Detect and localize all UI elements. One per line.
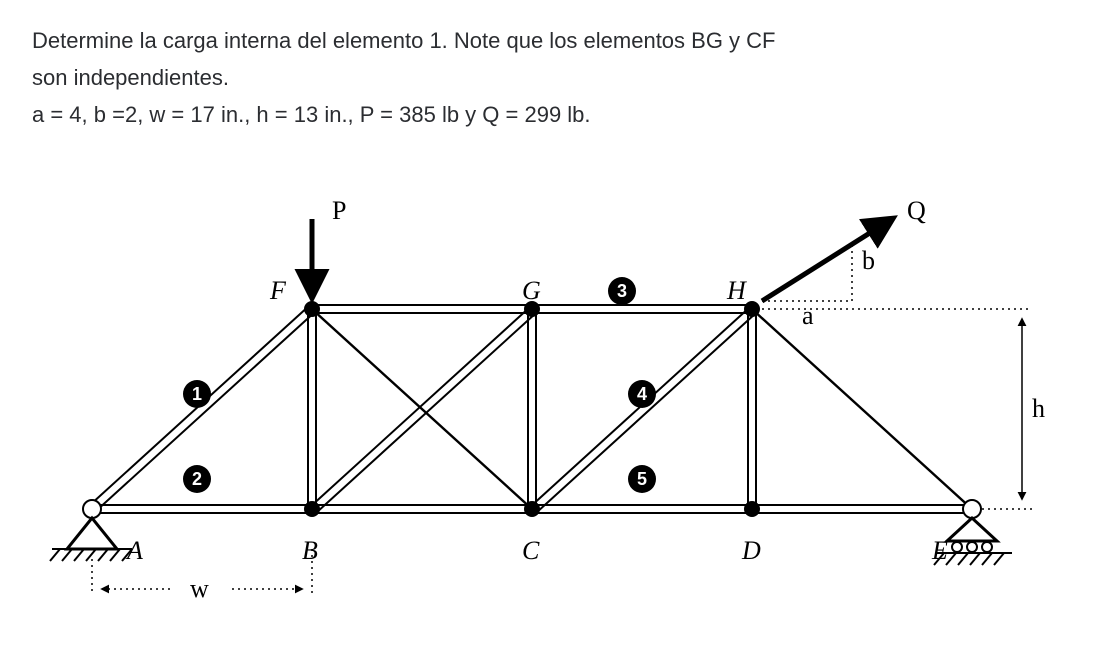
member-HE xyxy=(750,307,976,513)
badge-2: 2 xyxy=(183,465,211,493)
svg-text:3: 3 xyxy=(617,281,627,301)
label-Q: Q xyxy=(907,196,926,225)
label-G: G xyxy=(522,276,541,305)
problem-statement: Determine la carga interna del elemento … xyxy=(32,24,1082,131)
truss-diagram: P Q a b h w A B C D E F G H 1 2 xyxy=(32,149,1052,629)
label-D: D xyxy=(741,536,761,565)
badge-4: 4 xyxy=(628,380,656,408)
label-C: C xyxy=(522,536,540,565)
label-b: b xyxy=(862,246,875,275)
node-C xyxy=(524,501,540,517)
badge-1: 1 xyxy=(183,380,211,408)
vertical-BF xyxy=(308,309,316,509)
problem-line-2: son independientes. xyxy=(32,61,1082,94)
vertical-DH xyxy=(748,309,756,509)
label-F: F xyxy=(269,276,287,305)
vertical-CG xyxy=(528,309,536,509)
svg-text:5: 5 xyxy=(637,469,647,489)
label-H: H xyxy=(726,276,747,305)
dimension-h: h xyxy=(762,309,1045,509)
problem-line-1: Determine la carga interna del elemento … xyxy=(32,24,1082,57)
load-P: P xyxy=(312,196,346,297)
node-H xyxy=(744,301,760,317)
svg-text:1: 1 xyxy=(192,384,202,404)
label-E: E xyxy=(931,536,948,565)
node-F xyxy=(304,301,320,317)
label-w: w xyxy=(190,574,209,603)
node-B xyxy=(304,501,320,517)
badge-5: 5 xyxy=(628,465,656,493)
svg-text:2: 2 xyxy=(192,469,202,489)
member-FC xyxy=(310,307,536,513)
badge-3: 3 xyxy=(608,277,636,305)
node-D xyxy=(744,501,760,517)
load-Q: Q a b xyxy=(762,196,926,330)
problem-line-3: a = 4, b =2, w = 17 in., h = 13 in., P =… xyxy=(32,98,1082,131)
support-pin-A xyxy=(50,500,132,561)
label-A: A xyxy=(125,536,143,565)
label-P: P xyxy=(332,196,346,225)
svg-text:4: 4 xyxy=(637,384,647,404)
label-h: h xyxy=(1032,394,1045,423)
label-a: a xyxy=(802,301,814,330)
label-B: B xyxy=(302,536,318,565)
